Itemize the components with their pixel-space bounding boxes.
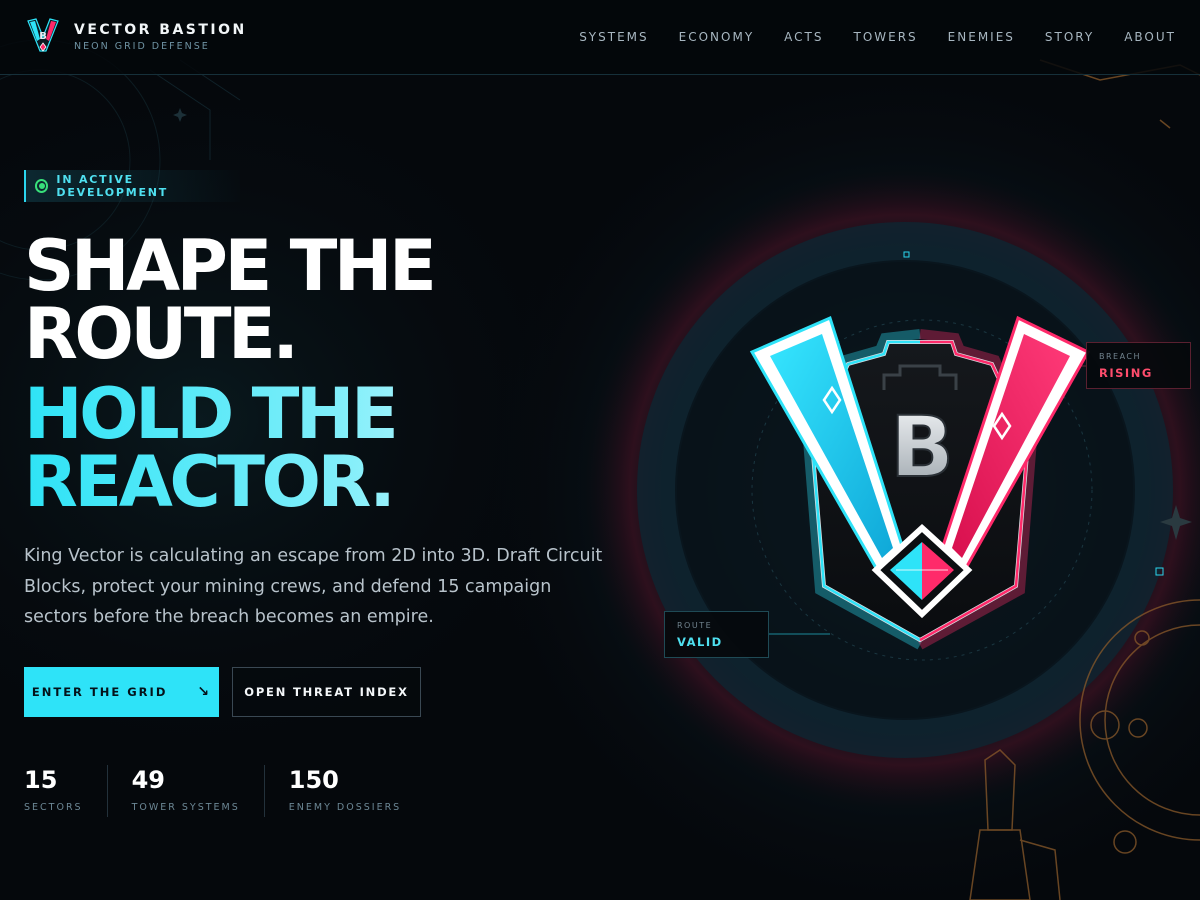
enter-the-grid-label: ENTER THE GRID — [31, 685, 168, 699]
breach-label: BREACH — [1099, 352, 1142, 361]
stat-label: SECTORS — [24, 802, 83, 813]
breach-value: RISING — [1099, 366, 1153, 380]
stat-label: TOWER SYSTEMS — [131, 802, 240, 813]
headline-line-1: SHAPE THE — [24, 225, 437, 307]
status-dot-icon — [35, 179, 49, 193]
enter-the-grid-button[interactable]: ENTER THE GRID ↘ — [24, 667, 219, 717]
hero-stats: 15 SECTORS 49 TOWER SYSTEMS 150 ENEMY DO… — [24, 765, 425, 817]
nav-links: SYSTEMS ECONOMY ACTS TOWERS ENEMIES STOR… — [579, 30, 1176, 44]
route-label: ROUTE — [677, 621, 713, 630]
stat-value: 150 — [288, 766, 339, 794]
hero-headline: SHAPE THE ROUTE. HOLD THE REACTOR. — [24, 225, 584, 517]
development-status-badge: IN ACTIVE DEVELOPMENT — [24, 170, 240, 202]
vector-bastion-logo-icon: B — [27, 18, 59, 52]
nav-link-economy[interactable]: ECONOMY — [679, 30, 755, 44]
stat-enemy-dossiers: 150 ENEMY DOSSIERS — [263, 765, 425, 817]
headline-line-2: ROUTE. — [24, 293, 299, 375]
nav-link-towers[interactable]: TOWERS — [853, 30, 917, 44]
stat-label: ENEMY DOSSIERS — [288, 802, 402, 813]
nav-link-systems[interactable]: SYSTEMS — [579, 30, 648, 44]
emblem-letter: B — [890, 398, 954, 496]
open-threat-index-button[interactable]: OPEN THREAT INDEX — [232, 667, 421, 717]
nav-link-enemies[interactable]: ENEMIES — [948, 30, 1015, 44]
breach-status-tag: BREACH RISING — [1086, 342, 1191, 389]
top-navigation: B VECTOR BASTION NEON GRID DEFENSE SYSTE… — [0, 0, 1200, 75]
stat-value: 49 — [131, 766, 165, 794]
stat-tower-systems: 49 TOWER SYSTEMS — [106, 765, 264, 817]
open-threat-index-label: OPEN THREAT INDEX — [244, 685, 409, 699]
stat-sectors: 15 SECTORS — [24, 765, 107, 817]
nav-link-about[interactable]: ABOUT — [1124, 30, 1176, 44]
hero-intro-text: King Vector is calculating an escape fro… — [24, 546, 603, 627]
stat-value: 15 — [24, 766, 58, 794]
logo-letter: B — [39, 31, 47, 42]
headline-line-4: REACTOR. — [24, 447, 584, 517]
brand-name: VECTOR BASTION — [74, 21, 247, 38]
brand-tagline: NEON GRID DEFENSE — [74, 40, 210, 52]
route-status-tag: ROUTE VALID — [664, 611, 769, 658]
vector-bastion-emblem: B — [749, 315, 1091, 650]
headline-line-3: HOLD THE — [24, 379, 584, 449]
route-value: VALID — [677, 635, 723, 649]
nav-link-acts[interactable]: ACTS — [784, 30, 823, 44]
nav-link-story[interactable]: STORY — [1045, 30, 1094, 44]
arrow-down-right-icon: ↘ — [197, 684, 212, 700]
brand[interactable]: B VECTOR BASTION NEON GRID DEFENSE — [26, 17, 247, 55]
status-badge-text: IN ACTIVE DEVELOPMENT — [56, 173, 169, 199]
